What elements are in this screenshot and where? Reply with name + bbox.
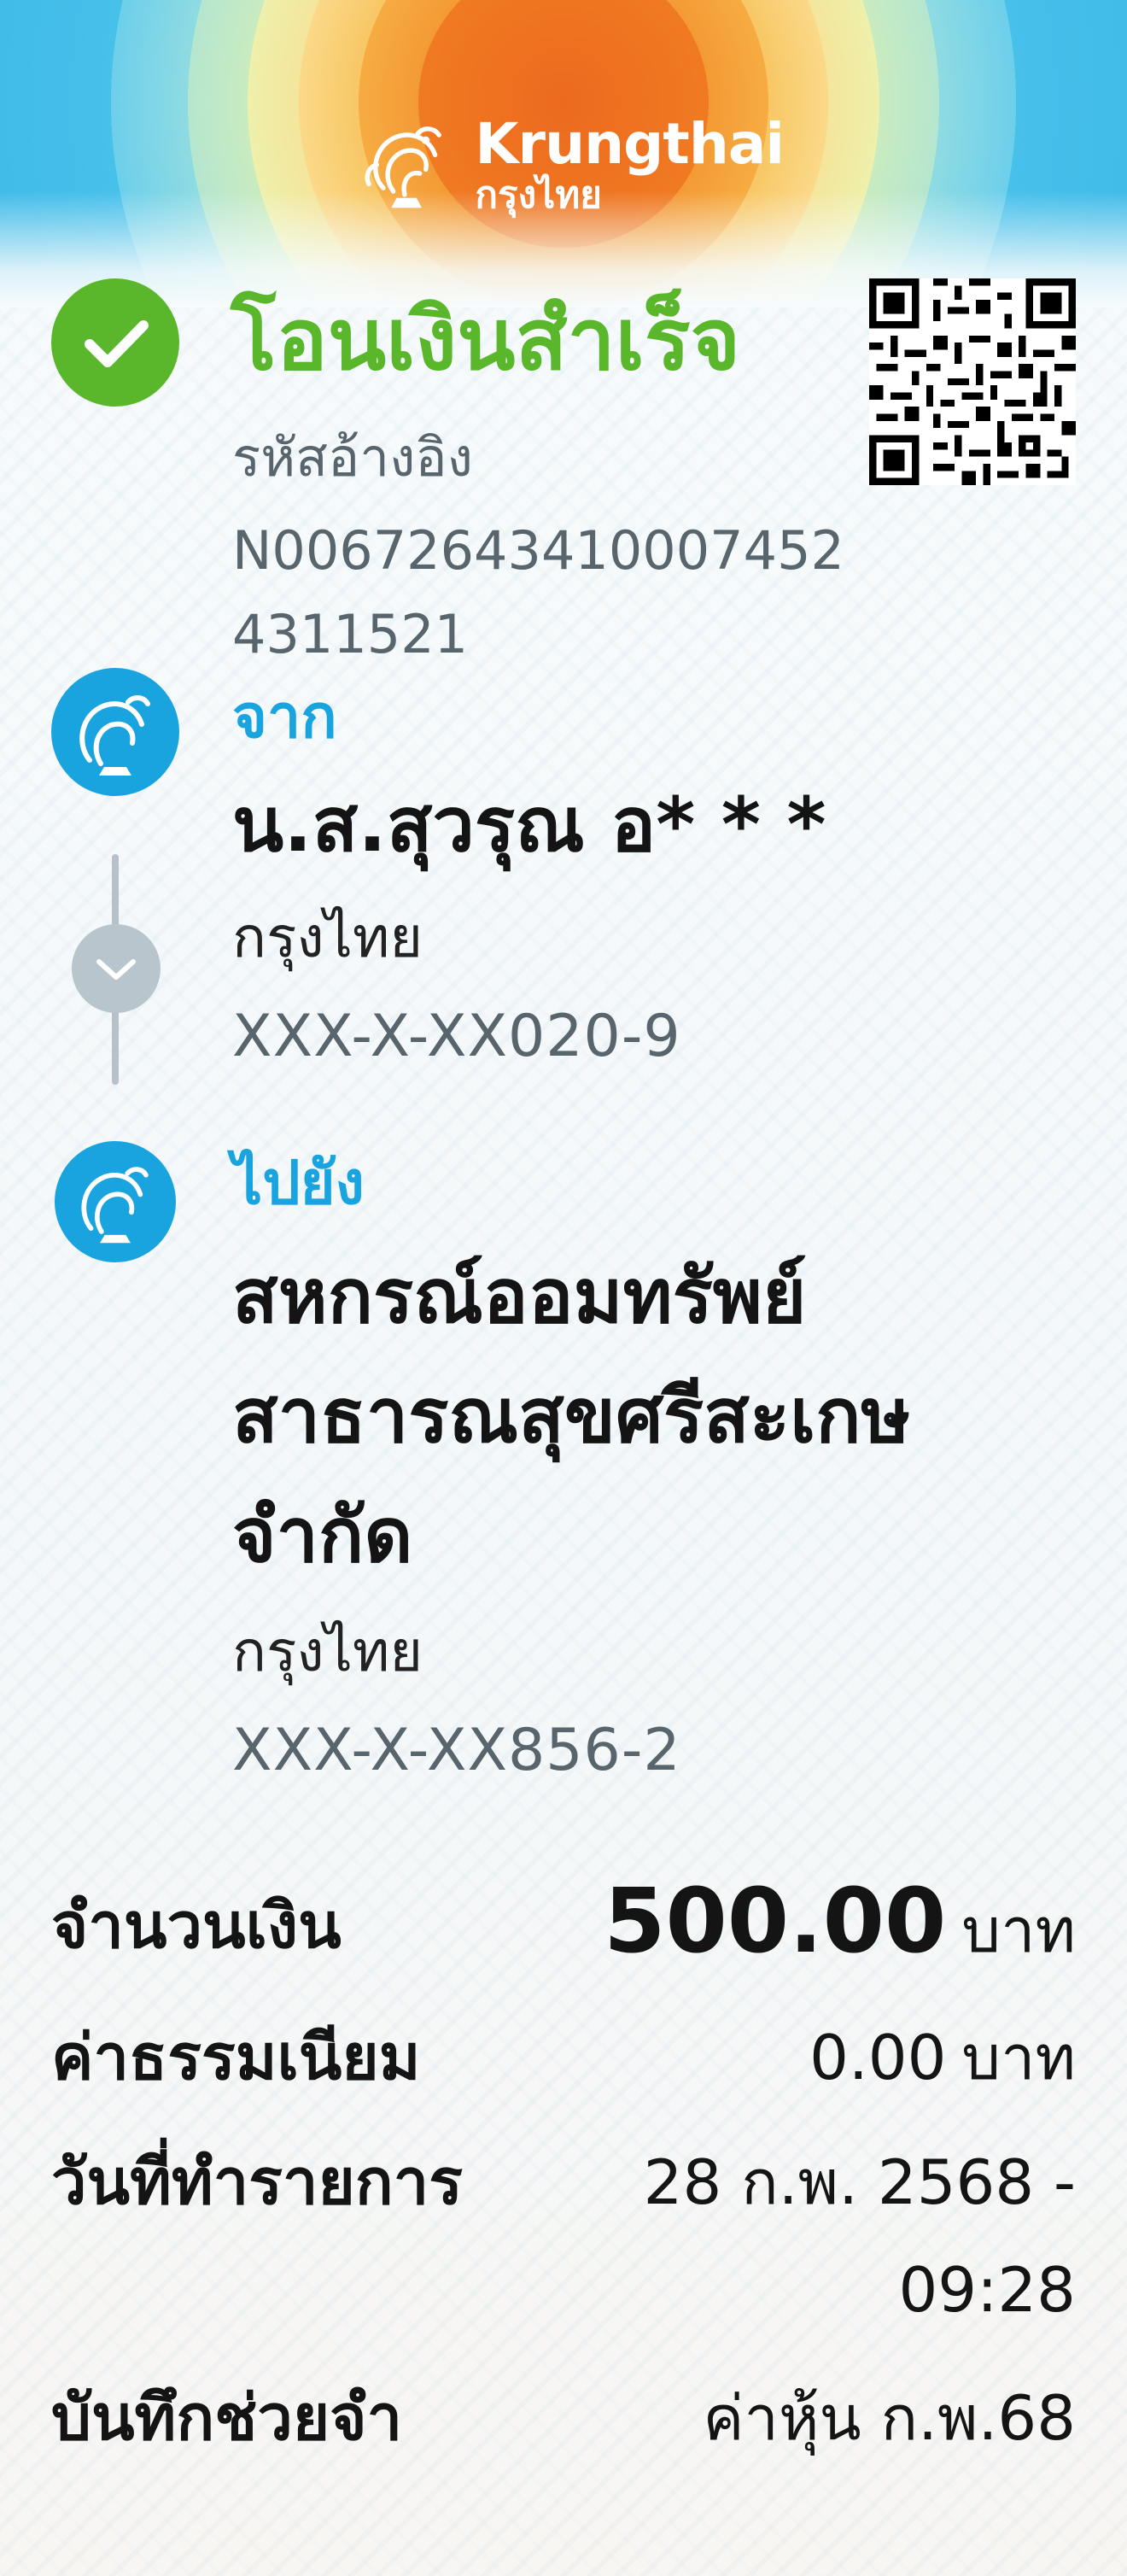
krungthai-bird-icon [81,1167,149,1244]
date-value: 28 ก.พ. 2568 - [643,2146,1076,2218]
from-bank: กรุงไทย [232,905,423,970]
krungthai-bird-icon [79,695,150,776]
amount-value: 500.00 [604,1869,947,1973]
memo-label: บันทึกช่วยจำ [51,2381,403,2455]
to-account: XXX-X-XX856-2 [232,1717,681,1784]
from-bank-avatar [51,668,179,796]
chevron-down-icon [72,924,161,1013]
from-label: จาก [232,682,337,752]
reference-label: รหัสอ้างอิง [232,426,473,489]
fee-row-value: 0.00 บาท [809,2011,1076,2105]
fee-unit: บาท [961,2022,1076,2093]
from-account: XXX-X-XX020-9 [232,1003,681,1070]
to-bank: กรุงไทย [232,1619,423,1684]
fee-value: 0.00 [809,2022,947,2093]
reference-number: N006726434100074524311521 [232,519,844,665]
fee-label: ค่าธรรมเนียม [51,2021,421,2094]
from-name: น.ส.สุวรุณ อ* * * [232,781,826,869]
amount-row-value: 500.00 บาท [604,1865,1076,1986]
transfer-success-title: โอนเงินสำเร็จ [231,290,741,389]
to-name: สหกรณ์ออมทรัพย์สาธารณสุขศรีสะเกษจำกัด [232,1252,911,1579]
success-check-icon [51,278,179,407]
to-bank-avatar [55,1141,176,1262]
memo-value: ค่าหุ้น ก.พ.68 [703,2382,1076,2454]
amount-label: จำนวนเงิน [51,1889,342,1963]
qr-code[interactable] [869,278,1076,485]
time-value: 09:28 [898,2254,1077,2326]
date-label: วันที่ทำรายการ [51,2146,464,2219]
amount-unit: บาท [961,1894,1076,1966]
to-label: ไปยัง [232,1148,365,1218]
